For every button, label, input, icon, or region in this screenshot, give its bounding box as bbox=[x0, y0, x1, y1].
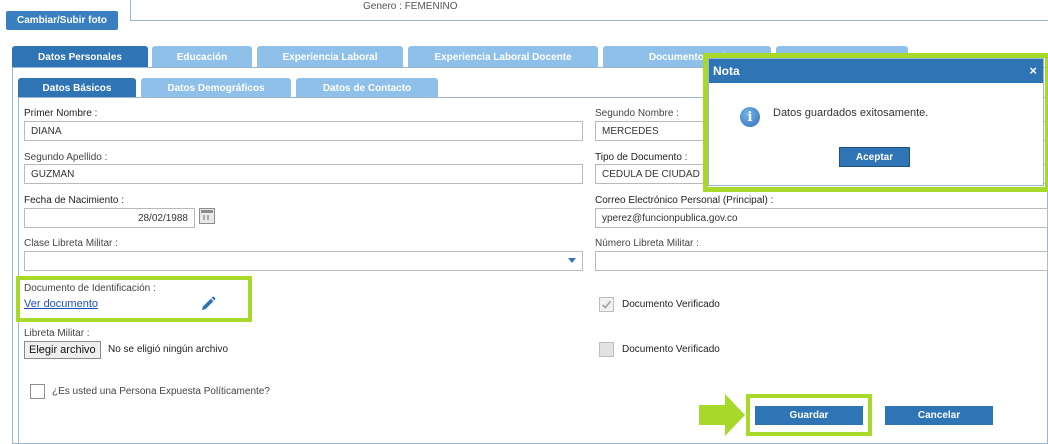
documento-verificado-checkbox-1[interactable] bbox=[599, 297, 614, 312]
dialog-title: Nota bbox=[713, 64, 740, 78]
tab-experiencia-laboral-docente[interactable]: Experiencia Laboral Docente bbox=[408, 46, 598, 68]
numero-libreta-label: Número Libreta Militar : bbox=[595, 238, 699, 249]
pencil-icon[interactable] bbox=[199, 295, 217, 313]
info-icon: i bbox=[740, 107, 760, 127]
tipo-documento-label: Tipo de Documento : bbox=[595, 152, 688, 163]
pep-label: ¿Es usted una Persona Expuesta Políticam… bbox=[52, 386, 270, 397]
subtab-datos-contacto[interactable]: Datos de Contacto bbox=[296, 78, 438, 98]
tab-experiencia-laboral[interactable]: Experiencia Laboral bbox=[257, 46, 403, 68]
documento-identificacion-label: Documento de Identificación : bbox=[24, 283, 156, 294]
primer-nombre-label: Primer Nombre : bbox=[24, 108, 98, 119]
pep-checkbox[interactable] bbox=[30, 384, 45, 399]
subtab-datos-basicos[interactable]: Datos Básicos bbox=[18, 78, 136, 98]
dialog-header: Nota × bbox=[709, 59, 1043, 83]
documento-verificado-label-1: Documento Verificado bbox=[622, 299, 720, 310]
fecha-nacimiento-label: Fecha de Nacimiento : bbox=[24, 195, 125, 206]
file-status-text: No se eligió ningún archivo bbox=[108, 344, 229, 355]
documento-verificado-label-2: Documento Verificado bbox=[622, 344, 720, 355]
tab-datos-personales[interactable]: Datos Personales bbox=[12, 46, 148, 68]
segundo-apellido-input[interactable]: GUZMAN bbox=[24, 164, 583, 184]
calendar-icon[interactable] bbox=[199, 208, 215, 224]
cancelar-button[interactable]: Cancelar bbox=[885, 406, 993, 425]
numero-libreta-input[interactable] bbox=[595, 251, 1048, 271]
elegir-archivo-button[interactable]: Elegir archivo bbox=[24, 341, 101, 359]
libreta-militar-label: Libreta Militar : bbox=[24, 328, 90, 339]
chevron-down-icon[interactable] bbox=[568, 258, 576, 263]
segundo-nombre-label: Segundo Nombre : bbox=[595, 108, 679, 119]
correo-input[interactable]: yperez@funcionpublica.gov.co bbox=[595, 208, 1048, 228]
close-icon[interactable]: × bbox=[1029, 63, 1037, 78]
documento-verificado-checkbox-2[interactable] bbox=[599, 342, 614, 357]
profile-form-page: Cambiar/Subir foto Genero : FEMENINO Dat… bbox=[0, 0, 1048, 444]
guardar-button[interactable]: Guardar bbox=[755, 406, 863, 425]
clase-libreta-select[interactable] bbox=[24, 251, 583, 271]
aceptar-button[interactable]: Aceptar bbox=[839, 147, 910, 167]
arrow-right-icon bbox=[699, 394, 745, 436]
profile-header-box: Genero : FEMENINO bbox=[130, 0, 1048, 21]
tab-educacion[interactable]: Educación bbox=[152, 46, 252, 68]
check-icon bbox=[601, 300, 612, 309]
fecha-nacimiento-input[interactable]: 28/02/1988 bbox=[24, 208, 195, 228]
clase-libreta-label: Clase Libreta Militar : bbox=[24, 238, 118, 249]
subtab-datos-demograficos[interactable]: Datos Demográficos bbox=[141, 78, 291, 98]
dialog-message: Datos guardados exitosamente. bbox=[773, 107, 929, 119]
primer-nombre-input[interactable]: DIANA bbox=[24, 121, 583, 141]
nota-dialog: Nota × i Datos guardados exitosamente. A… bbox=[708, 58, 1044, 186]
correo-label: Correo Electrónico Personal (Principal) … bbox=[595, 195, 774, 206]
ver-documento-link[interactable]: Ver documento bbox=[24, 298, 98, 310]
segundo-apellido-label: Segundo Apellido : bbox=[24, 152, 108, 163]
genero-text: Genero : FEMENINO bbox=[363, 1, 458, 12]
change-photo-button[interactable]: Cambiar/Subir foto bbox=[6, 11, 118, 30]
